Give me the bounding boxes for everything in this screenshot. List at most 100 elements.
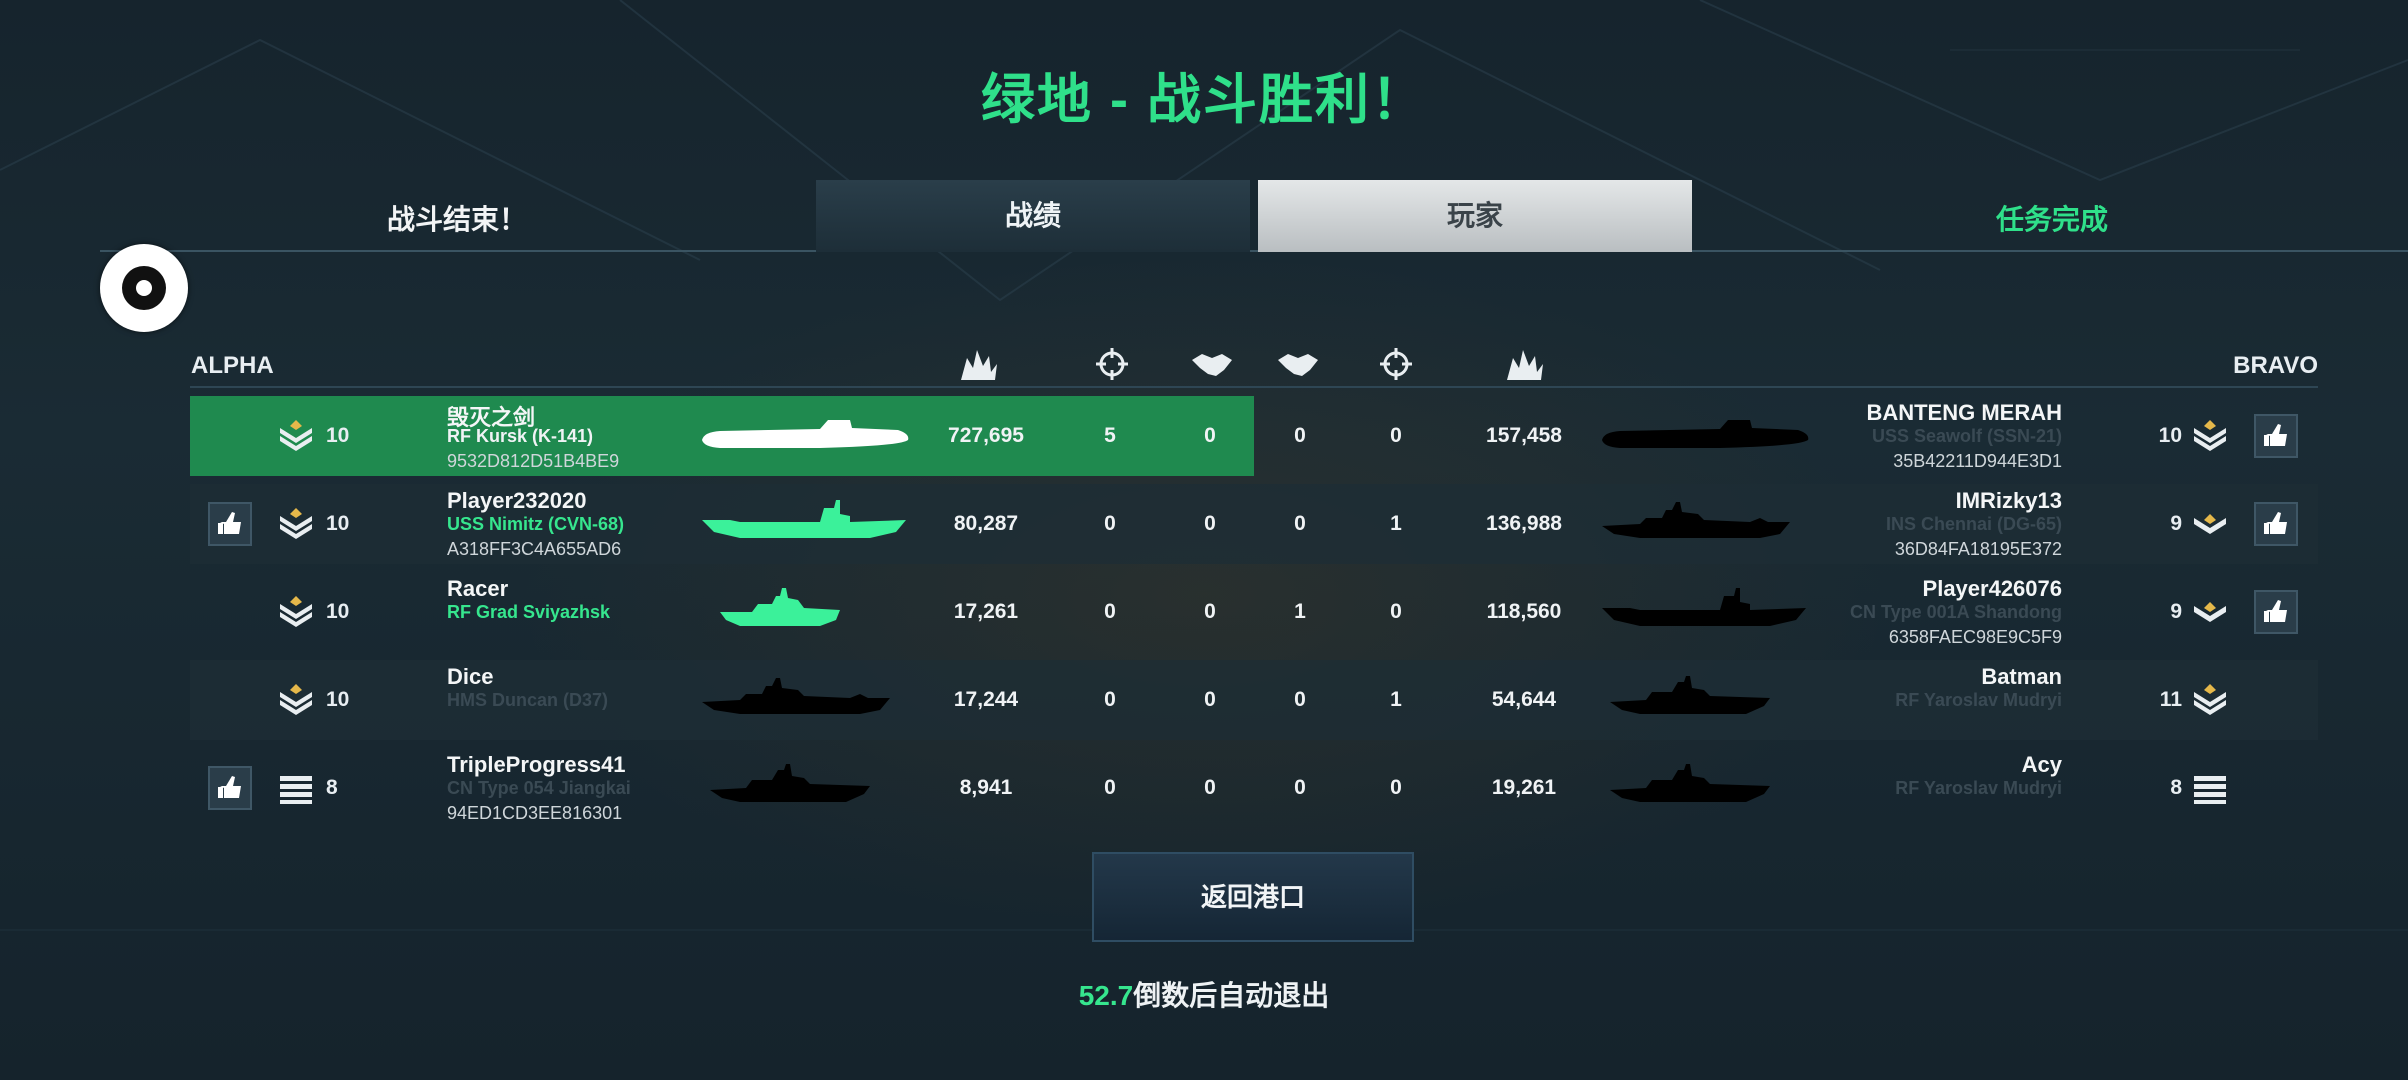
table-row: 10 Dice HMS Duncan (D37) 17,244 0 0 0 1 54,644 Ba… (190, 660, 2318, 740)
countdown-seconds: 52.7 (1078, 980, 1134, 1011)
player-id: 35B42211D944E3D1 (1893, 451, 2062, 471)
damage-score: 157,458 (1486, 424, 1562, 447)
player-level: 10 (326, 512, 350, 535)
team-alpha-label: ALPHA (191, 352, 274, 379)
damage-score: 80,287 (953, 512, 1019, 535)
player-name[interactable]: Player426076 (1923, 576, 2062, 602)
mission-complete-label[interactable]: 任务完成 (1996, 198, 2108, 238)
rank-bars-icon (278, 770, 314, 806)
corvette-silhouette-icon (720, 588, 840, 626)
player-level: 10 (2158, 424, 2182, 447)
carrier-silhouette-icon (702, 500, 906, 538)
ship-name: HMS Duncan (D37) (447, 690, 609, 710)
auto-exit-countdown: 52.7倒数后自动退出 (0, 974, 2408, 1014)
player-name[interactable]: BANTENG MERAH (1866, 400, 2062, 426)
frigate-silhouette-icon (1610, 764, 1770, 802)
ship-name: CN Type 054 Jiangkai (447, 778, 631, 798)
ship-name: RF Yaroslav Mudryi (1895, 778, 2062, 798)
ship-name: RF Yaroslav Mudryi (1895, 690, 2062, 710)
rank-chevron-gold-icon (278, 682, 314, 718)
table-row: 10 Player232020 USS Nimitz (CVN-68) A318FF3… (190, 484, 2318, 564)
battle-result-title: 绿地 - 战斗胜利！ (981, 70, 1427, 130)
rank-chevron-small-icon (2192, 506, 2228, 542)
ship-name: CN Type 001A Shandong (1849, 602, 2062, 622)
player-name[interactable]: Player232020 (447, 488, 586, 514)
player-name[interactable]: Acy (2022, 752, 2062, 778)
damage-icon (961, 350, 997, 380)
like-button[interactable] (2254, 414, 2298, 458)
player-id: 6358FAEC98E9C5F9 (1888, 627, 2062, 647)
player-level: 9 (2170, 600, 2182, 623)
handshake-icon (1278, 354, 1318, 376)
damage-score: 17,261 (953, 600, 1019, 623)
player-id: 94ED1CD3EE816301 (447, 803, 623, 823)
player-name[interactable]: Racer (447, 576, 508, 602)
rank-chevron-gold-icon (278, 506, 314, 542)
player-level: 10 (326, 424, 350, 447)
kills-count: 1 (1390, 512, 1402, 535)
damage-score: 8,941 (959, 776, 1013, 799)
like-button[interactable] (208, 502, 252, 546)
table-row: 10 毁灭之剑 RF Kursk (K-141) 9532D812D51B4BE9 72… (190, 396, 2318, 476)
tab-players[interactable]: 玩家 (1258, 180, 1692, 252)
damage-score: 136,988 (1486, 512, 1562, 535)
ship-name: INS Chennai (DG-65) (1885, 514, 2062, 534)
crosshair-icon (1096, 348, 1128, 380)
kills-count: 1 (1390, 688, 1402, 711)
ship-name: RF Kursk (K-141) (447, 426, 594, 446)
submarine-silhouette-icon (1602, 420, 1809, 448)
like-button[interactable] (2254, 502, 2298, 546)
player-id: A318FF3C4A655AD6 (447, 539, 622, 559)
rank-chevron-gold-icon (278, 418, 314, 454)
destroyer-silhouette-icon (1602, 502, 1790, 538)
carrier-silhouette-icon (1602, 588, 1806, 626)
return-to-port-button[interactable]: 返回港口 (1092, 852, 1414, 942)
player-name[interactable]: TripleProgress41 (447, 752, 626, 778)
player-level: 8 (326, 776, 338, 799)
damage-score: 54,644 (1491, 688, 1557, 711)
battle-over-label: 战斗结束！ (387, 204, 528, 235)
ship-name: USS Nimitz (CVN-68) (447, 514, 625, 534)
frigate-silhouette-icon (1610, 676, 1770, 714)
rank-chevron-gold-icon (278, 594, 314, 630)
player-id: 36D84FA18195E372 (1894, 539, 2062, 559)
tab-stats[interactable]: 战绩 (816, 180, 1250, 252)
player-name[interactable]: Dice (447, 664, 493, 690)
player-level: 10 (326, 600, 350, 623)
table-row: 10 Racer RF Grad Sviyazhsk 17,261 0 0 1 0 118,56… (190, 572, 2318, 652)
table-header-divider (190, 386, 2318, 388)
rank-bars-icon (2192, 770, 2228, 806)
player-level: 10 (326, 688, 350, 711)
damage-score: 727,695 (948, 424, 1024, 447)
kills-count: 0 (1390, 424, 1402, 447)
submarine-silhouette-icon (702, 420, 909, 448)
like-button[interactable] (2254, 590, 2298, 634)
kills-count: 0 (1390, 776, 1402, 799)
kills-count: 0 (1390, 600, 1402, 623)
damage-score: 17,244 (953, 688, 1019, 711)
player-name[interactable]: IMRizky13 (1956, 488, 2062, 514)
handshake-icon (1192, 354, 1232, 376)
team-bravo-label: BRAVO (2233, 352, 2318, 379)
table-row: 8 TripleProgress41 CN Type 054 Jiangkai 94E… (190, 748, 2318, 828)
player-name[interactable]: Batman (1981, 664, 2062, 690)
damage-score: 118,560 (1486, 600, 1562, 623)
destroyer-silhouette-icon (702, 678, 890, 714)
player-id: 9532D812D51B4BE9 (447, 451, 620, 471)
player-level: 9 (2170, 512, 2182, 535)
rank-chevron-gold-icon (2192, 682, 2228, 718)
header-divider (100, 250, 2408, 252)
rank-chevron-gold-icon (2192, 418, 2228, 454)
countdown-text: 倒数后自动退出 (1133, 980, 1330, 1011)
damage-icon (1507, 350, 1543, 380)
player-level: 11 (2159, 688, 2182, 711)
screen-record-icon[interactable] (100, 244, 188, 332)
rank-chevron-small-icon (2192, 594, 2228, 630)
crosshair-icon (1380, 348, 1412, 380)
like-button[interactable] (208, 766, 252, 810)
frigate-silhouette-icon (710, 764, 870, 802)
damage-score: 19,261 (1491, 776, 1557, 799)
ship-name: RF Grad Sviyazhsk (447, 602, 611, 622)
ship-name: USS Seawolf (SSN-21) (1871, 426, 2062, 446)
player-level: 8 (2170, 776, 2182, 799)
